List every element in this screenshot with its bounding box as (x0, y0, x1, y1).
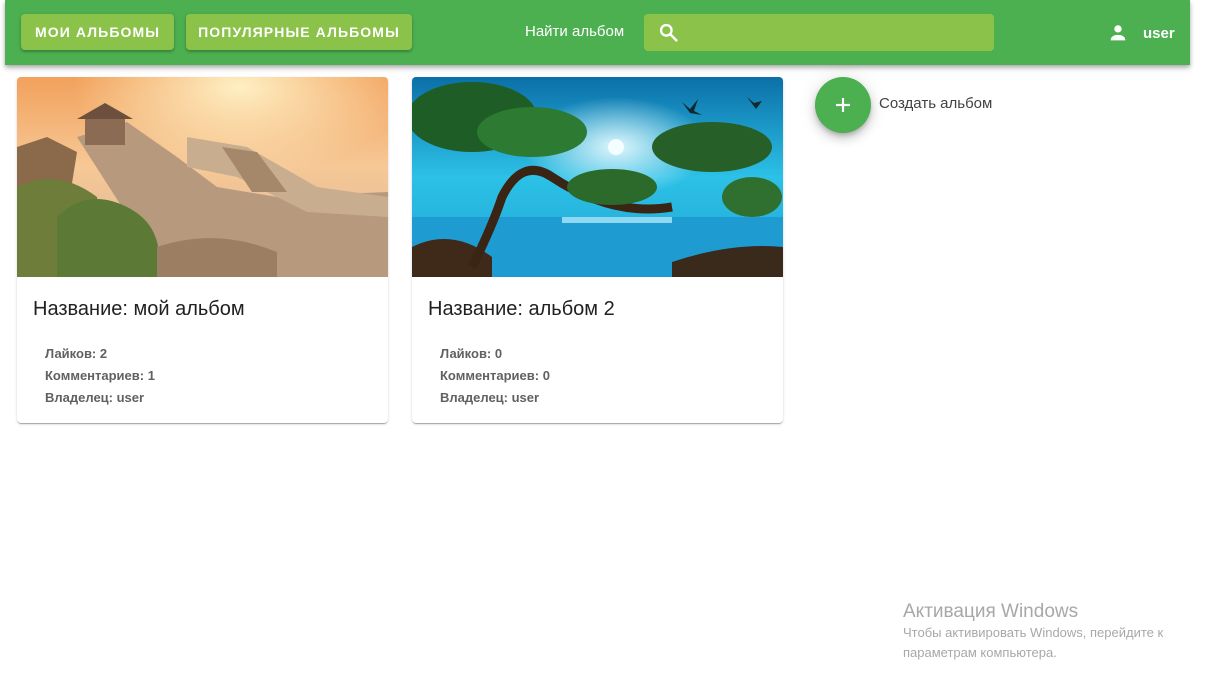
album-comments: Комментариев: 1 (45, 368, 155, 383)
album-cover-image (412, 77, 783, 277)
album-owner: Владелец: user (440, 390, 540, 405)
popular-albums-button[interactable]: Популярные альбомы (186, 14, 412, 50)
watermark-title: Активация Windows (903, 601, 1079, 622)
album-owner: Владелец: user (45, 390, 145, 405)
album-card[interactable]: Название: альбом 2 Лайков: 0 Комментарие… (412, 77, 783, 423)
album-comments: Комментариев: 0 (440, 368, 550, 383)
search-icon (659, 23, 678, 42)
my-albums-button[interactable]: Мои альбомы (21, 14, 174, 50)
search-label: Найти альбом (525, 23, 625, 40)
create-album-button[interactable] (815, 77, 871, 133)
album-likes: Лайков: 2 (45, 346, 108, 361)
watermark-line: параметрам компьютера. (903, 645, 1057, 660)
album-title: Название: альбом 2 (428, 298, 615, 320)
search-box[interactable] (644, 14, 994, 51)
username: user (1143, 25, 1175, 42)
album-card[interactable]: Название: мой альбом Лайков: 2 Комментар… (17, 77, 388, 423)
windows-activation-watermark: Активация Windows Чтобы активировать Win… (903, 601, 1163, 663)
watermark-line: Чтобы активировать Windows, перейдите к (903, 625, 1164, 640)
create-album-label: Создать альбом (879, 95, 993, 112)
person-icon (1110, 25, 1126, 41)
plus-icon (836, 98, 850, 112)
album-title: Название: мой альбом (33, 298, 245, 320)
search-input[interactable] (690, 14, 988, 51)
album-likes: Лайков: 0 (440, 346, 503, 361)
app-bar: Мои альбомы Популярные альбомы Найти аль… (5, 0, 1190, 65)
album-meta: Лайков: 2 Комментариев: 1 Владелец: user (45, 343, 155, 409)
album-meta: Лайков: 0 Комментариев: 0 Владелец: user (440, 343, 550, 409)
album-cover-image (17, 77, 388, 277)
